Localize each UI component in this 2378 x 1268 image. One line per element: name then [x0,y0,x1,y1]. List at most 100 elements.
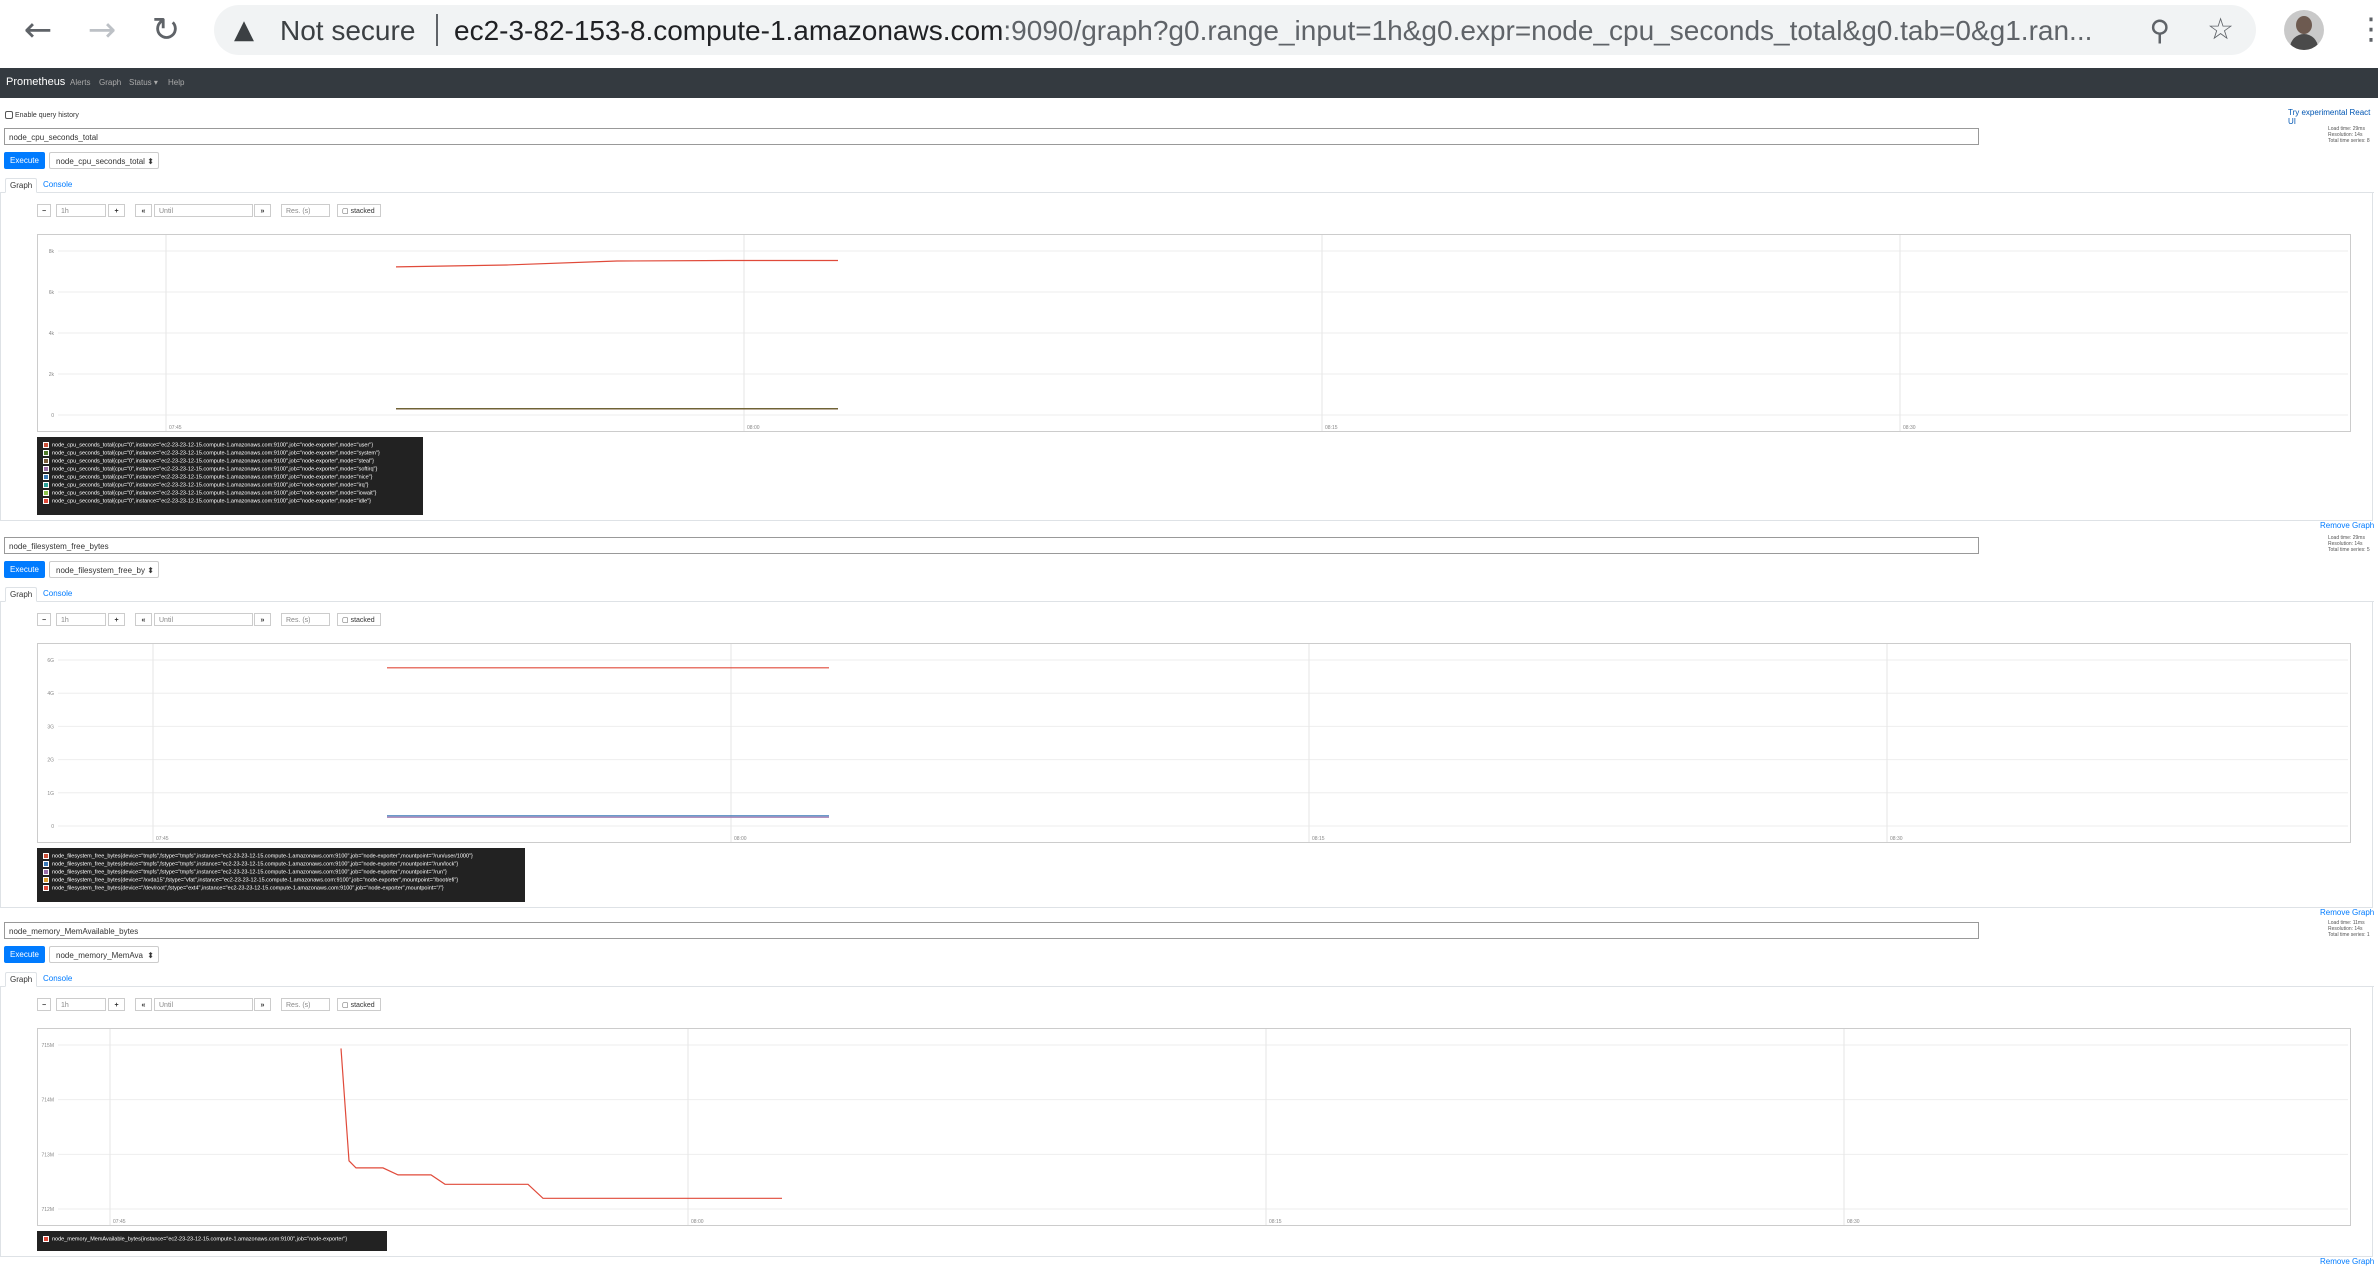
resolution-input[interactable]: Res. (s) [281,204,330,217]
remove-graph-link[interactable]: Remove Graph [2320,521,2374,530]
x-tick-label: 07:45 [156,836,169,842]
tab-console[interactable]: Console [39,972,76,985]
metric-select[interactable]: node_cpu_seconds_total ⬍ [49,152,159,169]
until-input[interactable]: Until [154,204,253,217]
until-input[interactable]: Until [154,613,253,626]
tab-console[interactable]: Console [39,587,76,600]
time-back-button[interactable]: « [135,204,152,217]
stacked-checkbox-icon: ▢ [342,617,351,624]
time-forward-button[interactable]: » [254,998,271,1011]
x-tick-label: 08:30 [1903,425,1916,431]
range-minus-button[interactable]: − [37,998,51,1011]
stacked-toggle[interactable]: ▢ stacked [337,204,381,217]
expression-input[interactable]: node_filesystem_free_bytes [4,537,1979,554]
zoom-icon[interactable]: ⚲ [2149,14,2170,47]
panel-tabs: Graph Console [0,972,2374,987]
legend-item[interactable]: node_cpu_seconds_total{cpu="0",instance=… [43,449,417,458]
legend-item[interactable]: node_filesystem_free_bytes{device="/dev/… [43,884,519,893]
remove-graph-link[interactable]: Remove Graph [2320,1257,2374,1266]
expression-input[interactable]: node_memory_MemAvailable_bytes [4,922,1979,939]
avatar[interactable] [2284,10,2324,50]
legend-swatch [43,457,49,464]
panel-tabs: Graph Console [0,587,2374,602]
series-line[interactable] [340,1048,782,1199]
legend-item[interactable]: node_cpu_seconds_total{cpu="0",instance=… [43,481,417,490]
legend-label: node_cpu_seconds_total{cpu="0",instance=… [52,474,373,481]
time-forward-button[interactable]: » [254,613,271,626]
legend-item[interactable]: node_filesystem_free_bytes{device="tmpfs… [43,853,519,861]
time-back-button[interactable]: « [135,998,152,1011]
range-input[interactable]: 1h [56,613,106,626]
nav-alerts[interactable]: Alerts [70,78,90,87]
back-icon[interactable]: ← [18,10,58,50]
star-icon[interactable]: ☆ [2207,12,2234,47]
legend-item[interactable]: node_filesystem_free_bytes{device="/xvda… [43,876,519,885]
legend-label: node_cpu_seconds_total{cpu="0",instance=… [52,482,369,489]
nav-help[interactable]: Help [168,78,184,87]
legend-item[interactable]: node_cpu_seconds_total{cpu="0",instance=… [43,497,417,506]
y-tick-label: 6k [49,290,55,296]
series-line[interactable] [395,259,838,268]
remove-graph-link[interactable]: Remove Graph [2320,908,2374,917]
graph-svg: 715M 714M 713M 712M 07:45 08:00 08:15 08:30 [41,1029,2348,1225]
legend-label: node_filesystem_free_bytes{device="tmpfs… [52,869,447,876]
range-plus-button[interactable]: + [108,998,125,1011]
time-forward-button[interactable]: » [254,204,271,217]
range-input[interactable]: 1h [56,998,106,1011]
query-history-toggle[interactable]: Enable query history [5,111,79,119]
stacked-toggle[interactable]: ▢ stacked [337,998,381,1011]
metric-select[interactable]: node_filesystem_free_by ⬍ [49,561,159,578]
legend-item[interactable]: node_cpu_seconds_total{cpu="0",instance=… [43,465,417,474]
graph-area[interactable]: 6G 4G 3G 2G 1G 0 07:45 08:00 08:15 08:30 [37,643,2351,843]
legend-label: node_filesystem_free_bytes{device="tmpfs… [52,853,473,860]
expression-input[interactable]: node_cpu_seconds_total [4,128,1979,145]
tab-graph[interactable]: Graph [5,587,38,602]
stacked-toggle[interactable]: ▢ stacked [337,613,381,626]
y-tick-label: 0 [51,824,54,830]
brand-link[interactable]: Prometheus [6,76,65,88]
nav-status[interactable]: Status ▾ [129,78,158,87]
execute-button[interactable]: Execute [4,561,45,578]
graph-area[interactable]: 715M 714M 713M 712M 07:45 08:00 08:15 08:30 [37,1028,2351,1226]
tab-graph[interactable]: Graph [5,178,38,193]
execute-button[interactable]: Execute [4,152,45,169]
try-react-link[interactable]: Try experimental React UI [2288,108,2378,126]
legend-item[interactable]: node_cpu_seconds_total{cpu="0",instance=… [43,473,417,482]
range-minus-button[interactable]: − [37,613,51,626]
reload-icon[interactable]: ↻ [146,10,186,50]
graph-area[interactable]: 8k 6k 4k 2k 0 07:45 08:00 08:15 08:30 [37,234,2351,432]
legend-item[interactable]: node_cpu_seconds_total{cpu="0",instance=… [43,489,417,498]
stacked-checkbox-icon: ▢ [342,1002,351,1009]
forward-icon[interactable]: → [82,10,122,50]
legend-item[interactable]: node_filesystem_free_bytes{device="tmpfs… [43,860,519,869]
legend-label: node_filesystem_free_bytes{device="/dev/… [52,885,444,892]
url-text[interactable]: ec2-3-82-153-8.compute-1.amazonaws.com:9… [454,15,2092,47]
y-tick-label: 714M [41,1098,54,1104]
nav-graph[interactable]: Graph [99,78,121,87]
range-plus-button[interactable]: + [108,204,125,217]
legend-item[interactable]: node_filesystem_free_bytes{device="tmpfs… [43,868,519,877]
query-stats: Load time: 11ms Resolution: 14s Total time… [2328,920,2370,938]
resolution-input[interactable]: Res. (s) [281,613,330,626]
stacked-label: stacked [350,617,375,624]
range-plus-button[interactable]: + [108,613,125,626]
range-input[interactable]: 1h [56,204,106,217]
until-input[interactable]: Until [154,998,253,1011]
kebab-menu-icon[interactable]: ⋮ [2356,12,2378,47]
address-bar[interactable]: ▲ Not secure ec2-3-82-153-8.compute-1.am… [214,5,2256,55]
range-minus-button[interactable]: − [37,204,51,217]
tab-graph[interactable]: Graph [5,972,38,987]
legend-item[interactable]: node_cpu_seconds_total{cpu="0",instance=… [43,457,417,466]
checkbox-icon[interactable] [5,111,13,119]
time-back-button[interactable]: « [135,613,152,626]
stacked-label: stacked [350,208,375,215]
legend-swatch [43,876,49,883]
legend-item[interactable]: node_cpu_seconds_total{cpu="0",instance=… [43,442,417,450]
resolution-input[interactable]: Res. (s) [281,998,330,1011]
execute-button[interactable]: Execute [4,946,45,963]
metric-select[interactable]: node_memory_MemAva ⬍ [49,946,159,963]
legend-swatch [43,860,49,867]
tab-console[interactable]: Console [39,178,76,191]
x-tick-label: 08:15 [1312,836,1325,842]
legend-item[interactable]: node_memory_MemAvailable_bytes{instance=… [43,1236,381,1244]
